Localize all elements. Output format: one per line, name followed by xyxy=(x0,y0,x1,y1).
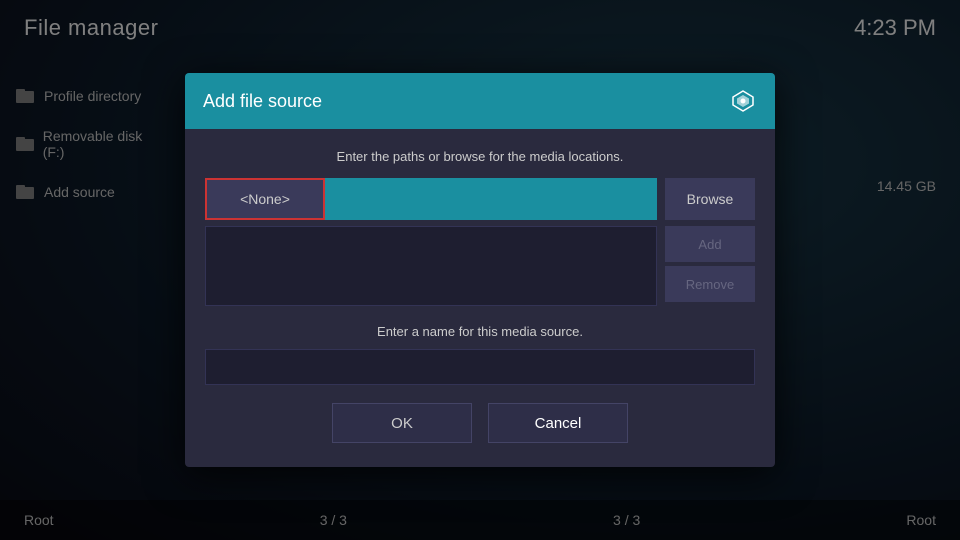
modal-title: Add file source xyxy=(203,91,322,112)
modal-overlay: Add file source Enter the paths or brows… xyxy=(0,0,960,540)
right-buttons: Add Remove xyxy=(665,226,755,306)
ok-button[interactable]: OK xyxy=(332,403,472,443)
browse-button[interactable]: Browse xyxy=(665,178,755,220)
kodi-icon xyxy=(729,87,757,115)
add-file-source-dialog: Add file source Enter the paths or brows… xyxy=(185,73,775,467)
none-button[interactable]: <None> xyxy=(205,178,325,220)
name-instruction: Enter a name for this media source. xyxy=(205,324,755,339)
sources-area: Add Remove xyxy=(205,226,755,306)
kodi-logo-svg xyxy=(731,89,755,113)
source-row: <None> Browse xyxy=(205,178,755,220)
sources-list xyxy=(205,226,657,306)
source-name-input[interactable] xyxy=(205,349,755,385)
paths-instruction: Enter the paths or browse for the media … xyxy=(205,149,755,164)
add-button[interactable]: Add xyxy=(665,226,755,262)
source-input-area: <None> xyxy=(205,178,657,220)
cancel-button[interactable]: Cancel xyxy=(488,403,628,443)
remove-button[interactable]: Remove xyxy=(665,266,755,302)
action-buttons: OK Cancel xyxy=(205,403,755,443)
modal-header: Add file source xyxy=(185,73,775,129)
modal-body: Enter the paths or browse for the media … xyxy=(185,129,775,467)
